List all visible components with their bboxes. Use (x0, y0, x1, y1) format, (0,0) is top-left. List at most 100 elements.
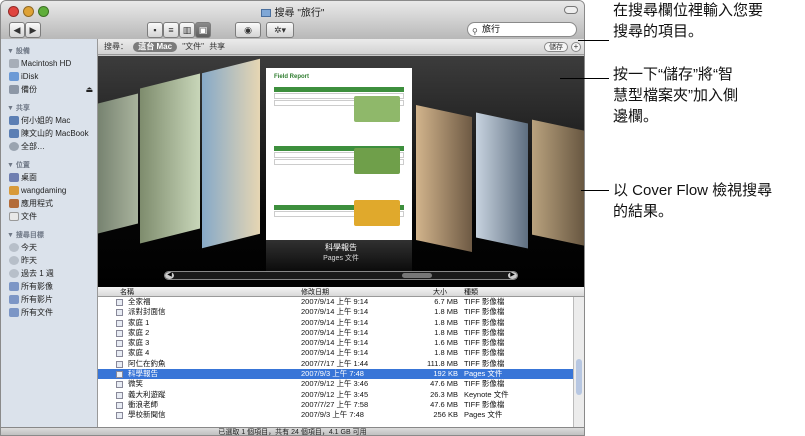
sidebar-item-backup[interactable]: 備份 ⏏ (1, 83, 97, 96)
search-field[interactable]: ⚲ 旅行 (467, 22, 577, 37)
forward-button[interactable]: ▶ (25, 22, 41, 38)
cell-kind: TIFF 影像檔 (464, 358, 505, 368)
icon-view-button[interactable]: ▪ (147, 22, 163, 38)
table-row[interactable]: 義大利遊蹤 2007/9/12 上午 3:45 26.3 MB Keynote 文件 (98, 390, 584, 400)
file-icon (116, 391, 123, 399)
sidebar-item-label: 全部… (21, 142, 45, 151)
sidebar-item-shared-mac[interactable]: 何小姐的 Mac (1, 114, 97, 127)
sidebar-item-label: 所有影像 (21, 282, 53, 291)
sidebar-item-home[interactable]: wangdaming (1, 184, 97, 197)
cover-flow-scrollbar[interactable]: ◀ ▶ (164, 271, 518, 280)
list-view-button[interactable]: ≡ (163, 22, 179, 38)
sidebar-item-label: 陳文山的 MacBook (21, 129, 89, 138)
sidebar-header-places: ▼ 位置 (7, 162, 30, 169)
cell-kind: Pages 文件 (464, 369, 503, 379)
column-header-kind[interactable]: 種類 (464, 287, 478, 297)
table-row[interactable]: 科學報告 2007/9/3 上午 7:48 192 KB Pages 文件 (98, 369, 584, 380)
cell-name: 家庭 4 (128, 348, 150, 358)
quick-look-button[interactable]: ◉ (235, 22, 261, 38)
sidebar-item-all-documents[interactable]: 所有文件 (1, 306, 97, 319)
add-criteria-button[interactable]: + (571, 42, 581, 52)
cell-size: 256 KB (433, 410, 458, 420)
cell-kind: TIFF 影像檔 (464, 338, 505, 348)
table-row[interactable]: 學校新聞信 2007/9/3 上午 7:48 256 KB Pages 文件 (98, 410, 584, 420)
callout-cover-flow: 以 Cover Flow 檢視搜尋 的結果。 (613, 180, 772, 222)
sidebar-item-desktop[interactable]: 桌面 (1, 171, 97, 184)
sidebar-item-all-images[interactable]: 所有影像 (1, 280, 97, 293)
document-title: Field Report (274, 74, 310, 80)
search-folder-icon (260, 9, 271, 17)
cover-image[interactable] (476, 112, 528, 249)
table-row[interactable]: 家庭 3 2007/9/14 上午 9:14 1.6 MB TIFF 影像檔 (98, 338, 584, 348)
cell-kind: TIFF 影像檔 (464, 317, 505, 327)
save-search-button[interactable]: 儲存 (544, 42, 568, 52)
sidebar-item-label: 應用程式 (21, 199, 53, 208)
file-icon (116, 381, 123, 389)
cell-kind: TIFF 影像檔 (464, 399, 505, 409)
cover-image[interactable] (532, 119, 584, 248)
cover-flow-view[interactable]: Field Report 科學報告 Pages 文件 ◀ ▶ (98, 56, 584, 287)
file-icon (116, 319, 123, 327)
sidebar-item-shared-macbook[interactable]: 陳文山的 MacBook (1, 127, 97, 140)
toolbar-toggle-button[interactable] (564, 6, 578, 14)
scope-label: 搜尋： (104, 42, 128, 51)
cell-kind: Pages 文件 (464, 410, 503, 420)
sidebar-item-shared-all[interactable]: 全部… (1, 140, 97, 153)
cell-size: 47.6 MB (430, 399, 458, 409)
scroll-left-button[interactable]: ◀ (165, 272, 174, 279)
window-title: 搜尋 "旅行" (1, 4, 584, 19)
column-view-button[interactable]: ▥ (179, 22, 195, 38)
action-menu-button[interactable]: ✲▾ (266, 22, 294, 38)
sidebar-item-past-week[interactable]: 過去 1 週 (1, 267, 97, 280)
file-icon (116, 360, 123, 368)
list-scrollbar[interactable] (573, 297, 584, 427)
cell-date: 2007/9/12 上午 3:46 (301, 379, 369, 389)
table-row[interactable]: 家庭 4 2007/9/14 上午 9:14 1.8 MB TIFF 影像檔 (98, 348, 584, 358)
cell-size: 111.8 MB (427, 358, 458, 368)
scroll-right-button[interactable]: ▶ (508, 272, 517, 279)
column-header-date[interactable]: 修改日期 (301, 287, 329, 297)
list-header: 名稱 修改日期 大小 種類 (98, 287, 584, 297)
cover-current-document[interactable]: Field Report (266, 68, 412, 240)
cover-image[interactable] (202, 58, 260, 249)
search-scope-bar: 搜尋： 這台 Mac "文件" 共享 儲存 + (98, 39, 584, 55)
sidebar-item-yesterday[interactable]: 昨天 (1, 254, 97, 267)
cover-flow-button[interactable]: ▣ (195, 22, 211, 38)
sidebar-item-applications[interactable]: 應用程式 (1, 197, 97, 210)
table-row[interactable]: 家庭 1 2007/9/14 上午 9:14 1.8 MB TIFF 影像檔 (98, 318, 584, 328)
sidebar-item-label: 今天 (21, 243, 37, 252)
documents-icon (9, 212, 19, 221)
table-row[interactable]: 派對封面信 2007/9/14 上午 9:14 1.8 MB TIFF 影像檔 (98, 307, 584, 317)
file-icon (116, 371, 123, 379)
scope-shared-button[interactable]: 共享 (209, 42, 225, 51)
callout-search: 在搜尋欄位裡輸入您要 搜尋的項目。 (613, 0, 763, 42)
cover-image[interactable] (140, 73, 200, 244)
column-header-size[interactable]: 大小 (433, 287, 447, 297)
hard-disk-icon (9, 59, 19, 68)
cover-flow-scroll-thumb[interactable] (401, 273, 432, 278)
cover-image[interactable] (416, 105, 472, 252)
sidebar-item-label: 過去 1 週 (21, 269, 54, 278)
callout-text: 慧型檔案夾”加入側 (613, 87, 738, 104)
cell-kind: TIFF 影像檔 (464, 307, 505, 317)
list-scroll-thumb[interactable] (576, 359, 582, 395)
sidebar-item-all-movies[interactable]: 所有影片 (1, 293, 97, 306)
sidebar-item-label: 桌面 (21, 173, 37, 182)
sidebar-item-macintosh-hd[interactable]: Macintosh HD (1, 57, 97, 70)
cover-image[interactable] (98, 93, 138, 239)
table-row[interactable]: 全家福 2007/9/14 上午 9:14 6.7 MB TIFF 影像檔 (98, 297, 584, 307)
eject-icon[interactable]: ⏏ (85, 83, 93, 96)
scope-documents-button[interactable]: "文件" (182, 42, 204, 51)
sidebar-item-idisk[interactable]: iDisk (1, 70, 97, 83)
sidebar-item-documents[interactable]: 文件 (1, 210, 97, 223)
table-row[interactable]: 阿仁在釣魚 2007/7/17 上午 1:44 111.8 MB TIFF 影像檔 (98, 359, 584, 369)
clock-icon (9, 243, 19, 252)
back-button[interactable]: ◀ (9, 22, 25, 38)
column-header-name[interactable]: 名稱 (120, 287, 134, 297)
scope-this-mac-button[interactable]: 這台 Mac (133, 42, 178, 52)
table-row[interactable]: 衝浪老師 2007/7/27 上午 7:58 47.6 MB TIFF 影像檔 (98, 400, 584, 410)
table-row[interactable]: 家庭 2 2007/9/14 上午 9:14 1.8 MB TIFF 影像檔 (98, 328, 584, 338)
callout-text: 按一下“儲存”將“智 (613, 66, 733, 83)
sidebar-item-today[interactable]: 今天 (1, 241, 97, 254)
table-row[interactable]: 微笑 2007/9/12 上午 3:46 47.6 MB TIFF 影像檔 (98, 379, 584, 389)
